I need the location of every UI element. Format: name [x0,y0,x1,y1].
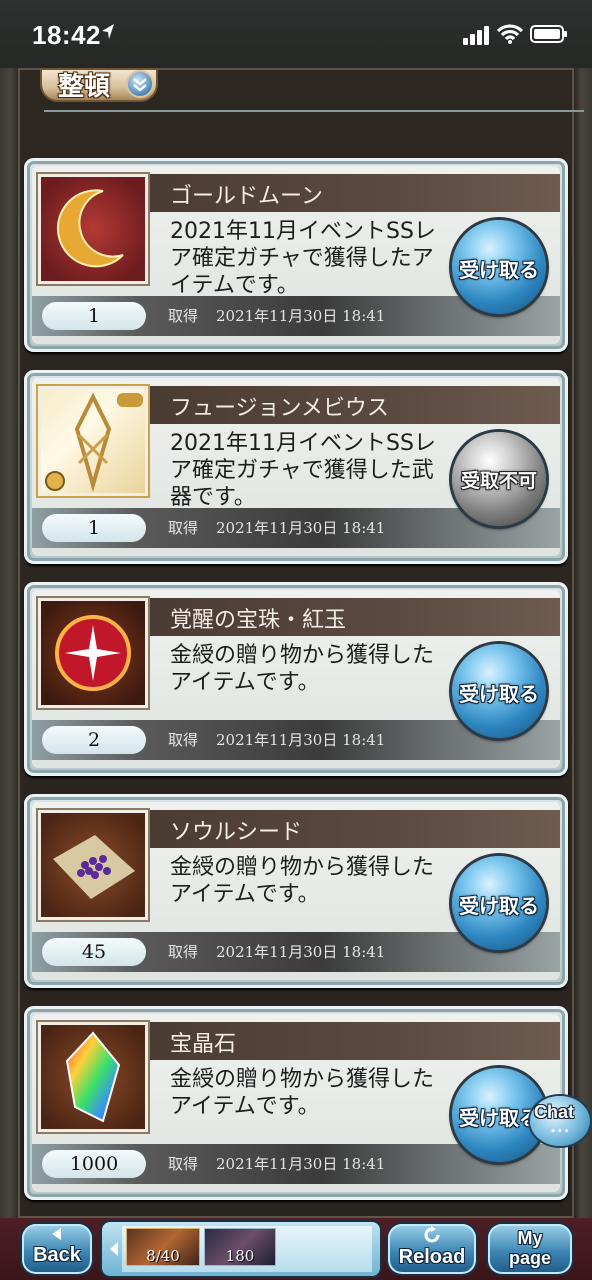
sort-label: 整頓 [58,72,111,102]
item-description: 金綬の贈り物から獲得したアイテムです。 [170,643,435,695]
acquired-date: 2021年11月30日 18:41 [216,1155,386,1173]
item-name-bar: ソウルシード [150,810,560,848]
bp-gauge: 180 [204,1228,276,1266]
item-name: ソウルシード [170,820,303,845]
soul-seed-image [38,810,148,920]
item-quantity: 1 [42,514,146,542]
gift-card: フュージョンメビウス 2021年11月イベントSSレア確定ガチャで獲得した武器で… [24,370,568,564]
item-name-bar: ゴールドムーン [150,174,560,212]
bp-value: 180 [225,1247,255,1265]
acquired-label: 取得 [168,731,199,749]
reload-icon [424,1226,440,1243]
gift-card: 宝晶石 金綬の贈り物から獲得したアイテムです。 1000 取得 2021年11月… [24,1006,568,1200]
signal-icon [463,26,489,45]
item-quantity: 1000 [42,1150,146,1178]
receive-button[interactable]: 受け取る [452,220,546,314]
unavailable-button-label: 受取不可 [460,470,537,492]
gift-card: ゴールドムーン 2021年11月イベントSSレア確定ガチャで獲得したアイテムです… [24,158,568,352]
acquired-label: 取得 [168,519,199,537]
item-name: ゴールドムーン [170,184,323,209]
acquired-date: 2021年11月30日 18:41 [216,307,386,325]
acquired-date: 2021年11月30日 18:41 [216,943,386,961]
item-description: 2021年11月イベントSSレア確定ガチャで獲得したアイテムです。 [170,219,436,298]
mypage-label: My page [508,1228,551,1268]
chat-button[interactable]: Chat ••• [530,1096,590,1146]
acquired-date: 2021年11月30日 18:41 [216,731,386,749]
reload-button[interactable]: Reload [388,1224,476,1274]
item-name: フュージョンメビウス [170,396,389,421]
item-name-bar: 宝晶石 [150,1022,560,1060]
gold-moon-item-image [38,174,148,284]
unavailable-button[interactable]: 受取不可 [452,432,546,526]
item-quantity: 45 [42,938,146,966]
item-description: 2021年11月イベントSSレア確定ガチャで獲得した武器です。 [170,431,436,510]
item-quantity: 1 [42,302,146,330]
item-name-bar: フュージョンメビウス [150,386,560,424]
location-arrow-icon [102,24,114,39]
item-description: 金綬の贈り物から獲得したアイテムです。 [170,1067,435,1119]
sort-button[interactable]: 整頓 [40,68,158,102]
acquired-date: 2021年11月30日 18:41 [216,519,386,537]
gift-card: ソウルシード 金綬の贈り物から獲得したアイテムです。 45 取得 2021年11… [24,794,568,988]
wifi-icon [497,24,523,44]
back-label: Back [33,1244,81,1266]
receive-button-label: 受け取る [459,894,539,918]
battery-icon [530,25,567,43]
status-bar: 18:42 [0,0,592,68]
stamina-strip[interactable]: 8/40 180 [102,1222,380,1276]
back-arrow-icon [52,1228,61,1240]
item-description: 金綬の贈り物から獲得したアイテムです。 [170,855,435,907]
item-name-bar: 覚醒の宝珠・紅玉 [150,598,560,636]
chat-label: Chat [534,1102,574,1122]
item-quantity: 2 [42,726,146,754]
sort-chevron-icon [126,70,154,98]
fusion-mobius-weapon-image [38,386,148,496]
acquired-label: 取得 [168,1155,199,1173]
acquired-label: 取得 [168,307,199,325]
item-name: 宝晶石 [170,1032,237,1057]
strip-left-arrow-icon [110,1242,118,1256]
crystal-image [38,1022,148,1132]
ap-value: 8/40 [146,1247,180,1265]
status-time: 18:42 [32,20,101,50]
receive-button-label: 受け取る [459,682,539,706]
bottom-nav-bar: Back 8/40 180 Reload My page [0,1218,592,1280]
ap-gauge: 8/40 [126,1228,200,1266]
divider [44,110,584,112]
mypage-button[interactable]: My page [488,1224,572,1274]
reload-label: Reload [398,1246,466,1268]
item-name: 覚醒の宝珠・紅玉 [170,608,347,633]
receive-button[interactable]: 受け取る [452,856,546,950]
chat-dots-icon: ••• [550,1126,571,1137]
acquired-label: 取得 [168,943,199,961]
receive-button[interactable]: 受け取る [452,644,546,738]
back-button[interactable]: Back [22,1224,92,1274]
gift-card: 覚醒の宝珠・紅玉 金綬の贈り物から獲得したアイテムです。 2 取得 2021年1… [24,582,568,776]
awakening-orb-ruby-image [38,598,148,708]
receive-button-label: 受け取る [459,258,539,282]
